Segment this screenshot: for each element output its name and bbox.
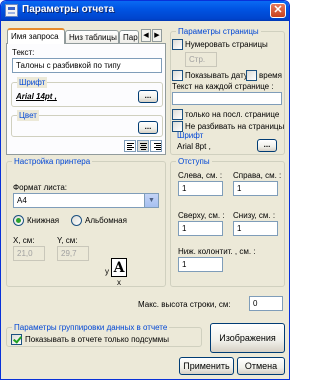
subtotals-only-label: Показывать в отчете только подсуммы [25, 335, 170, 344]
tab-params[interactable]: Пар [119, 30, 139, 44]
report-app-icon [5, 4, 18, 17]
landscape-label: Альбомная [85, 216, 127, 225]
subtotals-only-checkbox[interactable] [11, 334, 22, 345]
cancel-button[interactable]: Отмена [237, 357, 285, 375]
page-font-value: Arial 8pt , [177, 142, 211, 151]
grouping-title: Параметры группировки данных в отчете [12, 322, 170, 333]
x-size-input[interactable]: 21,0 [13, 246, 45, 261]
portrait-radio[interactable] [13, 215, 24, 226]
last-page-only-checkbox[interactable] [172, 109, 183, 120]
query-tab-panel: Текст: Талоны с разбивкой по типу Шрифт … [6, 43, 166, 155]
images-button[interactable]: Изображения [210, 323, 285, 353]
last-page-only-label: только на посл. странице [185, 110, 280, 119]
landscape-radio[interactable] [71, 215, 82, 226]
footer-margin-input[interactable]: 1 [178, 257, 223, 272]
margin-top-input[interactable]: 1 [178, 221, 223, 236]
page-prefix-input[interactable]: Стр. [185, 52, 217, 67]
page-params-group: Параметры страницы Нумеровать страницы С… [170, 26, 285, 155]
axis-y-label: y [105, 267, 109, 276]
report-text-input[interactable]: Талоны с разбивкой по типу [12, 58, 162, 73]
margins-group: Отступы Слева, см. : Справа, см. : 1 1 С… [170, 156, 285, 287]
margin-left-label: Слева, см. : [178, 171, 223, 180]
font-group-title: Шрифт [17, 77, 48, 88]
chevron-down-icon[interactable]: ▼ [144, 194, 158, 207]
y-size-label: Y, см: [57, 236, 78, 245]
margin-right-input[interactable]: 1 [233, 181, 278, 196]
font-value: Arial 14pt , [16, 92, 57, 101]
sheet-format-label: Формат листа: [13, 183, 68, 192]
margin-bottom-input[interactable]: 1 [233, 221, 278, 236]
text-each-page-input[interactable] [172, 92, 282, 105]
align-center-icon[interactable] [137, 140, 149, 152]
color-choose-button[interactable]: ... [138, 121, 158, 134]
x-size-label: X, см: [13, 236, 35, 245]
apply-button[interactable]: Применить [179, 357, 234, 375]
sheet-format-value: A4 [17, 196, 27, 205]
tab-query-name[interactable]: Имя запроса [7, 28, 65, 44]
grouping-group: Параметры группировки данных в отчете По… [6, 322, 202, 347]
show-date-checkbox[interactable] [172, 70, 183, 81]
margin-bottom-label: Снизу, см. : [233, 211, 276, 220]
page-font-label: Шрифт [177, 131, 204, 140]
max-row-height-input[interactable]: 0 [249, 296, 283, 311]
tab-scroll-left-icon[interactable]: ◀ [141, 29, 151, 42]
sheet-format-select[interactable]: A4 ▼ [13, 193, 159, 208]
page-params-title: Параметры страницы [176, 26, 261, 37]
color-group-title: Цвет [17, 110, 39, 121]
y-size-input[interactable]: 29,7 [57, 246, 89, 261]
portrait-label: Книжная [27, 216, 60, 225]
report-settings-dialog: Параметры отчета ✕ Имя запроса Низ табли… [0, 0, 290, 380]
window-title: Параметры отчета [22, 4, 115, 15]
align-right-icon[interactable] [150, 140, 162, 152]
margin-left-input[interactable]: 1 [178, 181, 223, 196]
page-font-button[interactable]: ... [257, 139, 277, 152]
margin-top-label: Сверху, см. : [178, 211, 225, 220]
margin-right-label: Справа, см. : [233, 171, 282, 180]
text-each-page-label: Текст на каждой странице : [172, 82, 274, 91]
font-choose-button[interactable]: ... [138, 90, 158, 103]
show-time-checkbox[interactable] [246, 70, 257, 81]
font-group: Шрифт Arial 14pt , ... [11, 77, 163, 107]
align-left-icon[interactable] [124, 140, 136, 152]
printer-settings-title: Настройка принтера [12, 156, 93, 167]
text-label: Текст: [12, 48, 35, 57]
page-orientation-icon: A [111, 258, 127, 277]
number-pages-checkbox[interactable] [172, 39, 183, 50]
footer-margin-label: Ниж. колонтит. , см. : [178, 247, 256, 256]
printer-settings-group: Настройка принтера Формат листа: A4 ▼ Кн… [6, 156, 166, 287]
show-time-label: время [259, 71, 282, 80]
margins-title: Отступы [176, 156, 212, 167]
close-button[interactable]: ✕ [270, 3, 286, 18]
axis-x-label: x [117, 278, 121, 287]
title-bar[interactable]: Параметры отчета ✕ [1, 1, 289, 21]
number-pages-label: Нумеровать страницы [185, 40, 268, 49]
color-group: Цвет ... [11, 110, 163, 137]
tab-table-bottom[interactable]: Низ таблицы [65, 30, 119, 44]
tab-scroll-right-icon[interactable]: ▶ [152, 29, 162, 42]
max-row-height-label: Макс. высота строки, см: [138, 300, 231, 309]
show-date-label: Показывать дату [185, 71, 248, 80]
